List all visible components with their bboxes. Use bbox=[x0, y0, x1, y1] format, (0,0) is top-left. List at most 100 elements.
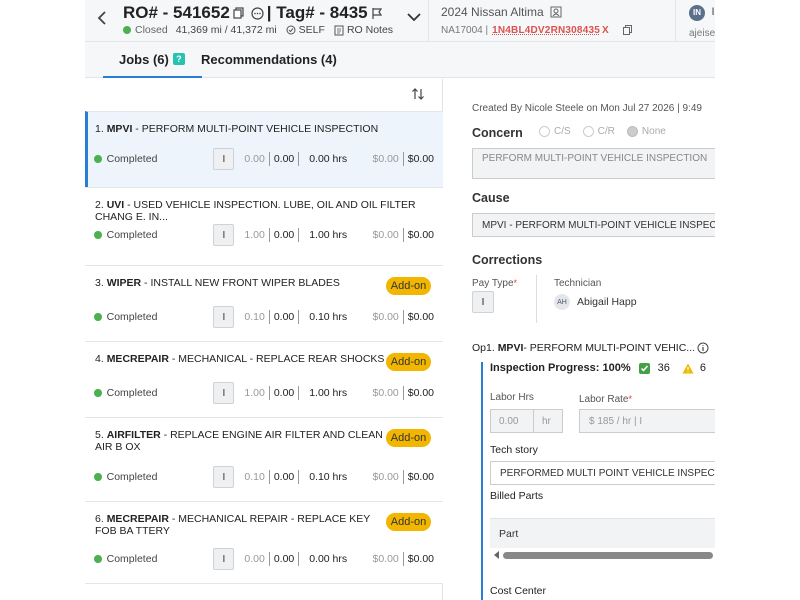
created-by: Created By Nicole Steele on Mon Jul 27 2… bbox=[472, 103, 702, 114]
job-actual-hours: 0.00 bbox=[273, 153, 295, 165]
job-cost: $0.00 bbox=[372, 387, 399, 399]
job-billed-hours: 0.00 hrs bbox=[309, 153, 348, 165]
job-pay-type[interactable]: I bbox=[213, 306, 235, 328]
job-index: 3. bbox=[95, 277, 104, 289]
job-description: - PERFORM MULTI-POINT VEHICLE INSPECTION bbox=[132, 123, 379, 135]
job-tabs: Jobs (6) ? Recommendations (4) bbox=[85, 42, 715, 78]
job-actual-hours: 0.00 bbox=[273, 229, 295, 241]
repair-order-app: RO# - 541652 | Tag# - 8435 Closed 41,369… bbox=[85, 0, 715, 600]
parts-scrollbar[interactable] bbox=[490, 549, 715, 561]
radio-cr[interactable] bbox=[582, 126, 594, 137]
back-arrow-icon[interactable] bbox=[95, 9, 109, 27]
header-divider bbox=[428, 0, 429, 42]
notes-icon[interactable] bbox=[334, 25, 344, 36]
cause-label: Cause bbox=[472, 191, 510, 205]
job-item[interactable]: 5. AIRFILTER - REPLACE ENGINE AIR FILTER… bbox=[85, 417, 443, 501]
inspection-warn-count: 6 bbox=[699, 362, 706, 374]
separator bbox=[402, 386, 404, 400]
flag-icon[interactable] bbox=[371, 7, 383, 20]
job-status: Completed bbox=[106, 311, 158, 323]
job-billed-hours: 0.00 hrs bbox=[309, 553, 348, 565]
radio-none[interactable] bbox=[626, 126, 638, 137]
job-pay-type[interactable]: I bbox=[213, 466, 235, 488]
job-pay-type[interactable]: I bbox=[213, 224, 235, 246]
vehicle-card-icon[interactable] bbox=[550, 6, 562, 18]
help-badge-icon[interactable]: ? bbox=[172, 53, 185, 65]
technician[interactable]: AH Abigail Happ bbox=[554, 294, 637, 310]
job-summary-row: Completed I 1.00 0.00 1.00 hrs $0.00 $0.00 bbox=[94, 382, 434, 404]
job-item[interactable]: 1. MPVI - PERFORM MULTI-POINT VEHICLE IN… bbox=[85, 111, 443, 187]
parts-table-header: Part bbox=[490, 518, 715, 548]
job-sale: $0.00 bbox=[407, 229, 435, 241]
job-item[interactable]: 4. MECREPAIR - MECHANICAL - REPLACE REAR… bbox=[85, 341, 443, 417]
op-desc: - PERFORM MULTI-POINT VEHIC... bbox=[523, 342, 696, 354]
job-pay-type[interactable]: I bbox=[213, 548, 235, 570]
job-item[interactable]: 2. UVI - USED VEHICLE INSPECTION. LUBE, … bbox=[85, 187, 443, 265]
inspection-ok-count: 36 bbox=[657, 362, 670, 374]
scroll-left-icon[interactable] bbox=[494, 551, 499, 559]
job-sale: $0.00 bbox=[407, 153, 435, 165]
user-name: Il bbox=[711, 6, 715, 18]
tech-story-field[interactable]: PERFORMED MULTI POINT VEHICLE INSPECTION bbox=[490, 461, 715, 485]
job-status: Completed bbox=[106, 229, 158, 241]
job-pay-type[interactable]: I bbox=[213, 148, 235, 170]
job-status: Completed bbox=[106, 387, 158, 399]
job-item[interactable]: 3. WIPER - INSTALL NEW FRONT WIPER BLADE… bbox=[85, 265, 443, 341]
pay-type-field[interactable]: I bbox=[472, 291, 494, 313]
job-actual-hours: 0.00 bbox=[273, 311, 295, 323]
job-code: UVI bbox=[106, 199, 125, 211]
corrections-label: Corrections bbox=[472, 253, 543, 267]
radio-cs[interactable] bbox=[539, 126, 550, 137]
labor-rate-field[interactable]: $ 185 / hr | I bbox=[579, 409, 715, 433]
operation-title: Op1. MPVI - PERFORM MULTI-POINT VEHIC... bbox=[472, 342, 709, 354]
ro-notes-link[interactable]: RO Notes bbox=[347, 24, 393, 36]
job-description: - MECHANICAL - REPLACE REAR SHOCKS bbox=[168, 353, 385, 365]
job-sale: $0.00 bbox=[407, 311, 435, 323]
technician-avatar: AH bbox=[554, 294, 570, 310]
separator bbox=[298, 552, 300, 566]
separator bbox=[402, 228, 404, 242]
vin-link[interactable]: 1N4BL4DV2RN308435 bbox=[492, 25, 600, 36]
vehicle-name: 2024 Nissan Altima bbox=[441, 5, 544, 19]
cause-field[interactable]: MPVI - PERFORM MULTI-POINT VEHICLE INSPE… bbox=[472, 213, 715, 237]
scrollbar-thumb[interactable] bbox=[503, 551, 713, 559]
chat-icon[interactable] bbox=[251, 6, 264, 20]
concern-options: C/S C/R None bbox=[539, 126, 666, 137]
labor-hrs-field[interactable]: 0.00 hr bbox=[490, 409, 563, 433]
copy-vin-icon[interactable] bbox=[622, 25, 633, 36]
sort-icon[interactable] bbox=[411, 87, 425, 101]
tag-number: | Tag# - 8435 bbox=[266, 3, 368, 22]
job-item[interactable]: 6. MECREPAIR - MECHANICAL REPAIR - REPLA… bbox=[85, 501, 443, 583]
tab-jobs-label: Jobs (6) bbox=[119, 51, 169, 67]
concern-field[interactable]: PERFORM MULTI-POINT VEHICLE INSPECTION bbox=[472, 148, 715, 179]
separator bbox=[268, 386, 270, 400]
job-index: 5. bbox=[95, 429, 104, 441]
job-pay-type[interactable]: I bbox=[213, 382, 235, 404]
separator bbox=[298, 386, 300, 400]
user-email: ajeise bbox=[689, 27, 715, 39]
mileage: 41,369 mi / 41,372 mi bbox=[175, 24, 277, 36]
tab-recommendations[interactable]: Recommendations (4) bbox=[201, 42, 337, 77]
tab-jobs[interactable]: Jobs (6) ? bbox=[103, 42, 202, 78]
user-avatar[interactable]: IN bbox=[689, 4, 705, 21]
job-sale: $0.00 bbox=[407, 553, 435, 565]
job-cost: $0.00 bbox=[372, 471, 399, 483]
vin-invalid-icon: X bbox=[601, 25, 609, 36]
cost-center-label: Cost Center bbox=[490, 585, 547, 597]
copy-icon[interactable] bbox=[233, 7, 245, 19]
chevron-down-icon[interactable] bbox=[407, 12, 421, 22]
job-status: Completed bbox=[106, 153, 158, 165]
concern-label: Concern bbox=[472, 126, 523, 140]
job-sale: $0.00 bbox=[407, 471, 435, 483]
job-sold-hours: 0.10 bbox=[244, 471, 265, 483]
job-summary-row: Completed I 0.10 0.00 0.10 hrs $0.00 $0.00 bbox=[94, 306, 434, 328]
status-dot bbox=[94, 155, 102, 163]
separator bbox=[268, 310, 270, 324]
job-code: MECREPAIR bbox=[106, 513, 169, 525]
job-sold-hours: 1.00 bbox=[244, 387, 265, 399]
info-icon[interactable] bbox=[697, 342, 709, 354]
job-description: - USED VEHICLE INSPECTION. LUBE, OIL AND… bbox=[95, 199, 416, 223]
job-billed-hours: 1.00 hrs bbox=[309, 387, 348, 399]
job-code: WIPER bbox=[106, 277, 142, 289]
job-sold-hours: 1.00 bbox=[244, 229, 265, 241]
